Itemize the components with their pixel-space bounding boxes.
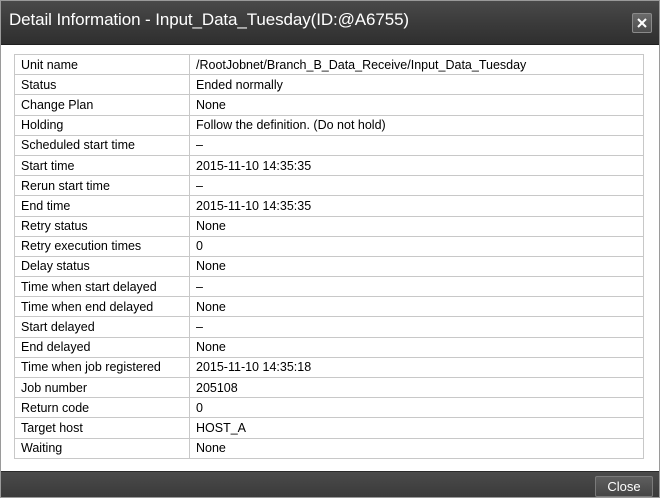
row-value: HOST_A bbox=[189, 417, 644, 439]
table-row: Status Ended normally bbox=[14, 74, 644, 96]
row-label: Time when job registered bbox=[14, 356, 190, 379]
table-row: Retry execution times 0 bbox=[14, 235, 644, 257]
table-row: End time 2015-11-10 14:35:35 bbox=[14, 195, 644, 217]
row-label: Waiting bbox=[14, 437, 190, 459]
row-value: – bbox=[189, 134, 644, 156]
row-label: Change Plan bbox=[14, 94, 190, 116]
row-value: 2015-11-10 14:35:35 bbox=[189, 154, 644, 177]
row-value: None bbox=[189, 336, 644, 358]
row-value: 2015-11-10 14:35:18 bbox=[189, 356, 644, 379]
row-label: Delay status bbox=[14, 255, 190, 278]
close-button[interactable]: Close bbox=[595, 476, 653, 497]
row-value: None bbox=[189, 94, 644, 116]
row-value: – bbox=[189, 276, 644, 298]
row-value: None bbox=[189, 296, 644, 318]
row-label: Rerun start time bbox=[14, 175, 190, 197]
row-label: Retry execution times bbox=[14, 235, 190, 257]
row-label: Return code bbox=[14, 397, 190, 419]
dialog-footer: Close bbox=[1, 471, 659, 497]
row-value: None bbox=[189, 255, 644, 278]
table-row: Job number 205108 bbox=[14, 376, 644, 399]
table-row: Rerun start time – bbox=[14, 175, 644, 197]
row-label: Time when start delayed bbox=[14, 276, 190, 298]
table-row: Scheduled start time – bbox=[14, 134, 644, 156]
row-label: Status bbox=[14, 74, 190, 96]
row-value: /RootJobnet/Branch_B_Data_Receive/Input_… bbox=[189, 53, 644, 76]
details-table: Unit name/RootJobnet/Branch_B_Data_Recei… bbox=[14, 53, 644, 459]
details-panel: Unit name/RootJobnet/Branch_B_Data_Recei… bbox=[1, 45, 659, 471]
table-row: Change Plan None bbox=[14, 94, 644, 116]
row-label: End delayed bbox=[14, 336, 190, 358]
table-row: Time when start delayed – bbox=[14, 276, 644, 298]
table-row: Time when end delayed None bbox=[14, 296, 644, 318]
row-label: Job number bbox=[14, 376, 190, 399]
row-value: 0 bbox=[189, 397, 644, 419]
row-label: Scheduled start time bbox=[14, 134, 190, 156]
row-value: 0 bbox=[189, 235, 644, 257]
row-value: 205108 bbox=[189, 376, 644, 399]
row-value: – bbox=[189, 316, 644, 338]
table-row: Start time 2015-11-10 14:35:35 bbox=[14, 154, 644, 177]
title-bar[interactable]: Detail Information - Input_Data_Tuesday(… bbox=[1, 1, 659, 45]
row-value: Ended normally bbox=[189, 74, 644, 96]
close-x-glyph bbox=[637, 18, 647, 28]
table-row: End delayed None bbox=[14, 336, 644, 358]
row-value: Follow the definition. (Do not hold) bbox=[189, 114, 644, 136]
table-row: Return code 0 bbox=[14, 397, 644, 419]
table-row: Time when job registered 2015-11-10 14:35… bbox=[14, 356, 644, 379]
table-row: Unit name/RootJobnet/Branch_B_Data_Recei… bbox=[14, 53, 644, 76]
row-value: None bbox=[189, 215, 644, 237]
row-label: End time bbox=[14, 195, 190, 217]
row-value: None bbox=[189, 437, 644, 459]
table-row: Retry status None bbox=[14, 215, 644, 237]
details-table-body: Unit name/RootJobnet/Branch_B_Data_Recei… bbox=[14, 53, 644, 459]
row-label: Time when end delayed bbox=[14, 296, 190, 318]
window-title: Detail Information - Input_Data_Tuesday(… bbox=[9, 10, 409, 29]
table-row: Start delayed – bbox=[14, 316, 644, 338]
row-value: – bbox=[189, 175, 644, 197]
table-row: Waiting None bbox=[14, 437, 644, 459]
row-label: Retry status bbox=[14, 215, 190, 237]
table-row: Holding Follow the definition. (Do not ho… bbox=[14, 114, 644, 136]
table-row: Delay status None bbox=[14, 255, 644, 278]
close-icon[interactable] bbox=[632, 13, 652, 33]
row-label: Holding bbox=[14, 114, 190, 136]
row-label: Unit name bbox=[14, 53, 190, 76]
row-label: Start delayed bbox=[14, 316, 190, 338]
table-row: Target host HOST_A bbox=[14, 417, 644, 439]
row-value: 2015-11-10 14:35:35 bbox=[189, 195, 644, 217]
row-label: Target host bbox=[14, 417, 190, 439]
detail-information-dialog: Detail Information - Input_Data_Tuesday(… bbox=[0, 0, 660, 498]
row-label: Start time bbox=[14, 154, 190, 177]
